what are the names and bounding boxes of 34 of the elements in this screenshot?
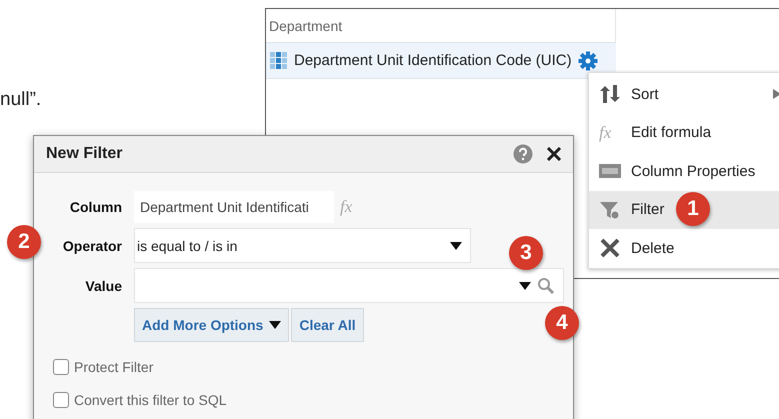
add-options-button[interactable]: Add More Options: [134, 308, 290, 342]
caret-icon: [269, 321, 282, 329]
field-label: Column: [70, 199, 122, 215]
clear-button[interactable]: Clear All: [291, 308, 364, 342]
filter-icon: [599, 200, 621, 220]
value-field[interactable]: [134, 268, 564, 303]
search-icon[interactable]: [537, 276, 555, 294]
dialog-title: New Filter: [46, 145, 124, 163]
body-text: null”.: [0, 89, 42, 111]
menu-item[interactable]: fx Edit formula: [589, 114, 779, 152]
checkbox[interactable]: [53, 392, 69, 408]
close-icon[interactable]: [547, 147, 561, 161]
column-header: Department: [269, 18, 342, 34]
checkbox[interactable]: [53, 359, 69, 375]
checkbox-label: Protect Filter: [74, 359, 154, 375]
column-field: Department Unit Identificati: [134, 191, 334, 223]
menu-item[interactable]: Delete: [589, 229, 779, 268]
help-icon[interactable]: [513, 144, 533, 164]
caret-icon: [519, 282, 531, 290]
column-item[interactable]: Department Unit Identification Code (UIC): [266, 43, 616, 79]
properties-icon: [599, 164, 621, 178]
settings-icon[interactable]: [578, 50, 598, 70]
submenu-arrow-icon: [773, 89, 779, 100]
field-label: Value: [85, 278, 122, 294]
formula-icon: fx: [599, 122, 621, 143]
field-label: Operator: [62, 238, 122, 254]
sort-icon: [599, 84, 621, 104]
callout-badge: 2: [7, 225, 41, 259]
delete-icon: [599, 238, 621, 258]
menu-item[interactable]: Column Properties: [589, 152, 779, 190]
column-icon: [270, 52, 288, 70]
caret-icon: [450, 242, 462, 250]
operator-dropdown[interactable]: is equal to / is in: [134, 228, 471, 263]
checkbox-label: Convert this filter to SQL: [74, 392, 227, 408]
